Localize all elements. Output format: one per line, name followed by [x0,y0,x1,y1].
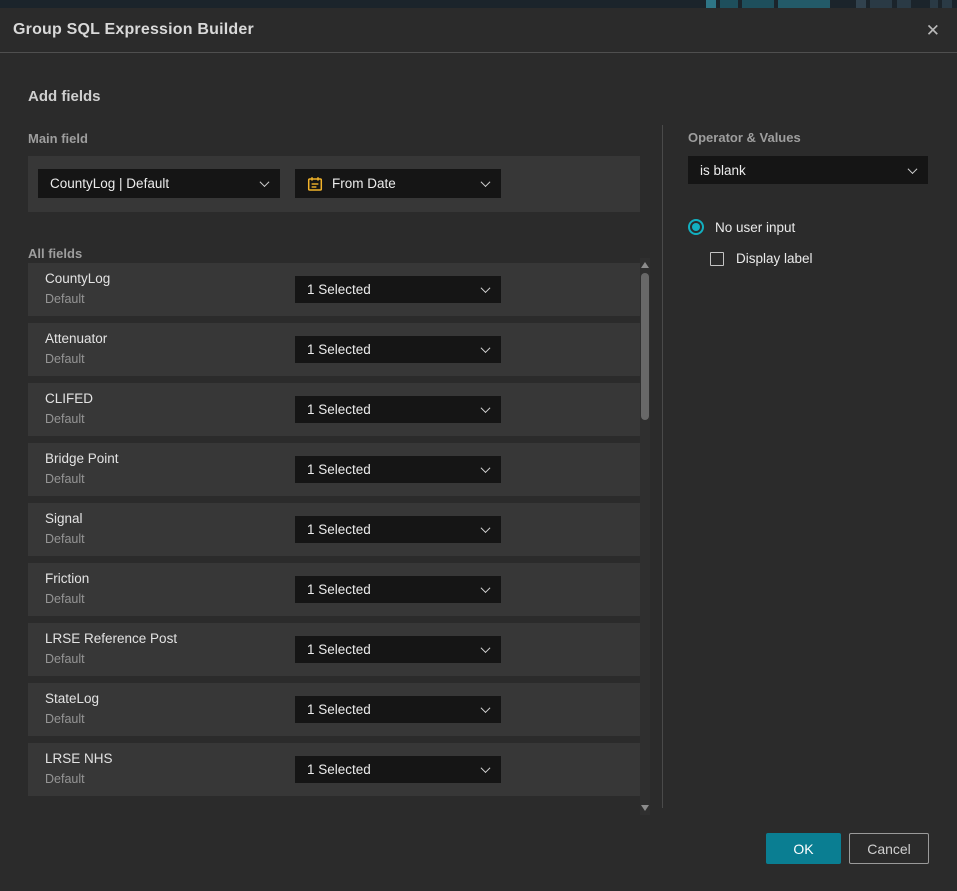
field-selection-dropdown[interactable]: 1 Selected [295,516,501,543]
calendar-icon [307,176,323,192]
field-selection-dropdown[interactable]: 1 Selected [295,336,501,363]
field-selection-dropdown[interactable]: 1 Selected [295,696,501,723]
chevron-down-icon [481,583,491,593]
background-app-fragment [897,0,911,8]
scroll-down-icon[interactable] [641,805,649,811]
chevron-down-icon [481,463,491,473]
field-selection-value: 1 Selected [307,342,482,357]
field-selection-value: 1 Selected [307,522,482,537]
field-row: LRSE NHS Default 1 Selected [28,743,640,796]
field-selection-dropdown[interactable]: 1 Selected [295,456,501,483]
field-default-label: Default [45,772,85,786]
field-selection-dropdown[interactable]: 1 Selected [295,636,501,663]
field-name: Signal [45,511,83,526]
field-default-label: Default [45,652,85,666]
chevron-down-icon [481,703,491,713]
field-row: CLIFED Default 1 Selected [28,383,640,436]
main-field-container: CountyLog | Default From Date [28,156,640,212]
field-name: Bridge Point [45,451,119,466]
chevron-down-icon [481,283,491,293]
operator-values-label: Operator & Values [688,130,801,145]
background-app-fragment [856,0,866,8]
display-label-checkbox[interactable]: Display label [710,251,813,266]
field-row: CountyLog Default 1 Selected [28,263,640,316]
chevron-down-icon [481,403,491,413]
dialog-title: Group SQL Expression Builder [13,21,254,39]
field-selection-value: 1 Selected [307,582,482,597]
field-selection-value: 1 Selected [307,762,482,777]
field-row: Friction Default 1 Selected [28,563,640,616]
field-name: CLIFED [45,391,93,406]
close-icon[interactable]: ✕ [926,22,940,39]
field-name: StateLog [45,691,99,706]
field-name: Attenuator [45,331,107,346]
field-selection-value: 1 Selected [307,462,482,477]
chevron-down-icon [481,643,491,653]
field-name: LRSE Reference Post [45,631,177,646]
background-app-fragment [742,0,774,8]
field-selection-dropdown[interactable]: 1 Selected [295,576,501,603]
dialog-header: Group SQL Expression Builder ✕ [0,8,957,53]
chevron-down-icon [481,343,491,353]
chevron-down-icon [481,177,491,187]
radio-label: No user input [715,220,795,235]
field-default-label: Default [45,352,85,366]
field-default-label: Default [45,472,85,486]
group-sql-expression-builder-dialog: Group SQL Expression Builder ✕ Add field… [0,8,957,891]
field-row: Bridge Point Default 1 Selected [28,443,640,496]
no-user-input-radio[interactable]: No user input [688,219,795,235]
radio-icon [688,219,704,235]
field-selection-dropdown[interactable]: 1 Selected [295,276,501,303]
background-app-fragment [942,0,952,8]
main-field-label: Main field [28,131,88,146]
field-selection-dropdown[interactable]: 1 Selected [295,756,501,783]
field-row: StateLog Default 1 Selected [28,683,640,736]
field-selection-value: 1 Selected [307,702,482,717]
field-selection-value: 1 Selected [307,642,482,657]
panel-divider [662,125,663,808]
add-fields-heading: Add fields [28,88,101,105]
cancel-button[interactable]: Cancel [849,833,929,864]
background-app-fragment [706,0,716,8]
operator-select[interactable]: is blank [688,156,928,184]
list-scrollbar[interactable] [640,258,650,815]
all-fields-label: All fields [28,246,82,261]
background-app-fragment [870,0,892,8]
field-default-label: Default [45,412,85,426]
main-field-source-value: CountyLog | Default [50,176,261,191]
chevron-down-icon [908,164,918,174]
main-field-field-value: From Date [332,176,482,191]
background-app-fragment [778,0,830,8]
field-row: Attenuator Default 1 Selected [28,323,640,376]
field-row: LRSE Reference Post Default 1 Selected [28,623,640,676]
background-app-strip [0,0,957,8]
scroll-up-icon[interactable] [641,262,649,268]
field-selection-value: 1 Selected [307,402,482,417]
field-default-label: Default [45,712,85,726]
field-row: Signal Default 1 Selected [28,503,640,556]
checkbox-label: Display label [736,251,813,266]
field-default-label: Default [45,532,85,546]
all-fields-list: CountyLog Default 1 Selected Attenuator … [28,263,640,803]
chevron-down-icon [481,523,491,533]
chevron-down-icon [481,763,491,773]
main-field-field-select[interactable]: From Date [295,169,501,198]
checkbox-icon [710,252,724,266]
scrollbar-thumb[interactable] [641,273,649,420]
field-name: LRSE NHS [45,751,113,766]
field-name: CountyLog [45,271,110,286]
field-default-label: Default [45,592,85,606]
field-selection-dropdown[interactable]: 1 Selected [295,396,501,423]
main-field-source-select[interactable]: CountyLog | Default [38,169,280,198]
ok-button[interactable]: OK [766,833,841,864]
field-name: Friction [45,571,89,586]
chevron-down-icon [260,177,270,187]
operator-value: is blank [700,163,909,178]
background-app-fragment [720,0,738,8]
field-selection-value: 1 Selected [307,282,482,297]
background-app-fragment [930,0,938,8]
field-default-label: Default [45,292,85,306]
